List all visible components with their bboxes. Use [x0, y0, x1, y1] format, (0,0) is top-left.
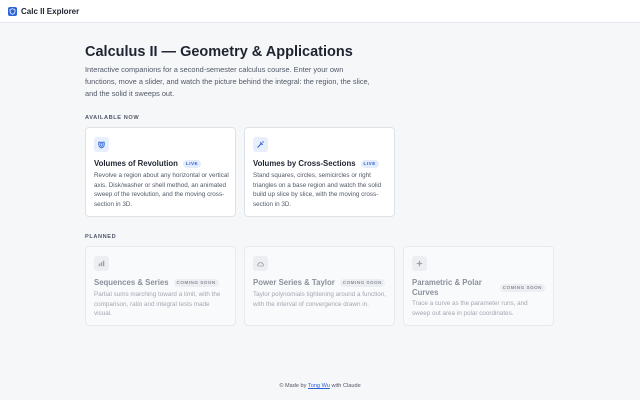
live-badge: LIVE [360, 159, 379, 168]
shield-icon [8, 7, 17, 16]
curve-icon [253, 256, 268, 271]
page-title: Calculus II — Geometry & Applications [85, 44, 353, 60]
card-header: Volumes of Revolution LIVE [94, 159, 227, 169]
card-description: Partial sums marching toward a limit, wi… [94, 291, 221, 318]
coming-soon-badge: COMING SOON [173, 278, 219, 287]
card-volumes-by-cross-sections[interactable]: Volumes by Cross-Sections LIVE Stand squ… [244, 127, 395, 217]
bar-chart-icon [94, 256, 109, 271]
sparkle-icon [412, 256, 427, 271]
card-title: Volumes of Revolution [94, 159, 178, 168]
cross-section-icon [253, 137, 268, 152]
card-description: Stand squares, circles, semicircles or r… [253, 172, 382, 208]
section-label-planned: PLANNED [85, 234, 117, 240]
card-header: Sequences & Series COMING SOON [94, 278, 227, 288]
card-parametric-polar-curves: Parametric & Polar Curves COMING SOON Tr… [403, 246, 554, 326]
top-bar: Calc II Explorer [0, 0, 640, 23]
coming-soon-badge: COMING SOON [339, 278, 385, 287]
footer-prefix: © Made by [279, 383, 307, 389]
solid-of-revolution-icon [94, 137, 109, 152]
card-volumes-of-revolution[interactable]: Volumes of Revolution LIVE Revolve a reg… [85, 127, 236, 217]
card-title: Sequences & Series [94, 278, 169, 287]
card-title: Power Series & Taylor [253, 278, 335, 287]
card-description: Taylor polynomials tightening around a f… [253, 291, 387, 308]
card-description: Revolve a region about any horizontal or… [94, 172, 229, 208]
card-title: Parametric & Polar Curves [412, 278, 482, 297]
card-title: Volumes by Cross-Sections [253, 159, 356, 168]
page-intro: Interactive companions for a second-seme… [85, 65, 370, 99]
card-power-series-taylor: Power Series & Taylor COMING SOON Taylor… [244, 246, 395, 326]
section-label-available: AVAILABLE NOW [85, 115, 140, 121]
card-header: Power Series & Taylor COMING SOON [253, 278, 386, 288]
card-description: Trace a curve as the parameter runs, and… [412, 300, 528, 317]
footer-suffix: with Claude [331, 383, 361, 389]
app-title: Calc II Explorer [21, 7, 80, 16]
live-badge: LIVE [182, 159, 202, 168]
card-sequences-and-series: Sequences & Series COMING SOON Partial s… [85, 246, 236, 326]
coming-soon-badge: COMING SOON [499, 283, 545, 292]
card-header: Parametric & Polar Curves COMING SOON [412, 278, 545, 297]
footer: © Made by Tong Wu with Claude [0, 383, 640, 389]
author-link[interactable]: Tong Wu [308, 383, 330, 389]
card-header: Volumes by Cross-Sections LIVE [253, 159, 386, 169]
